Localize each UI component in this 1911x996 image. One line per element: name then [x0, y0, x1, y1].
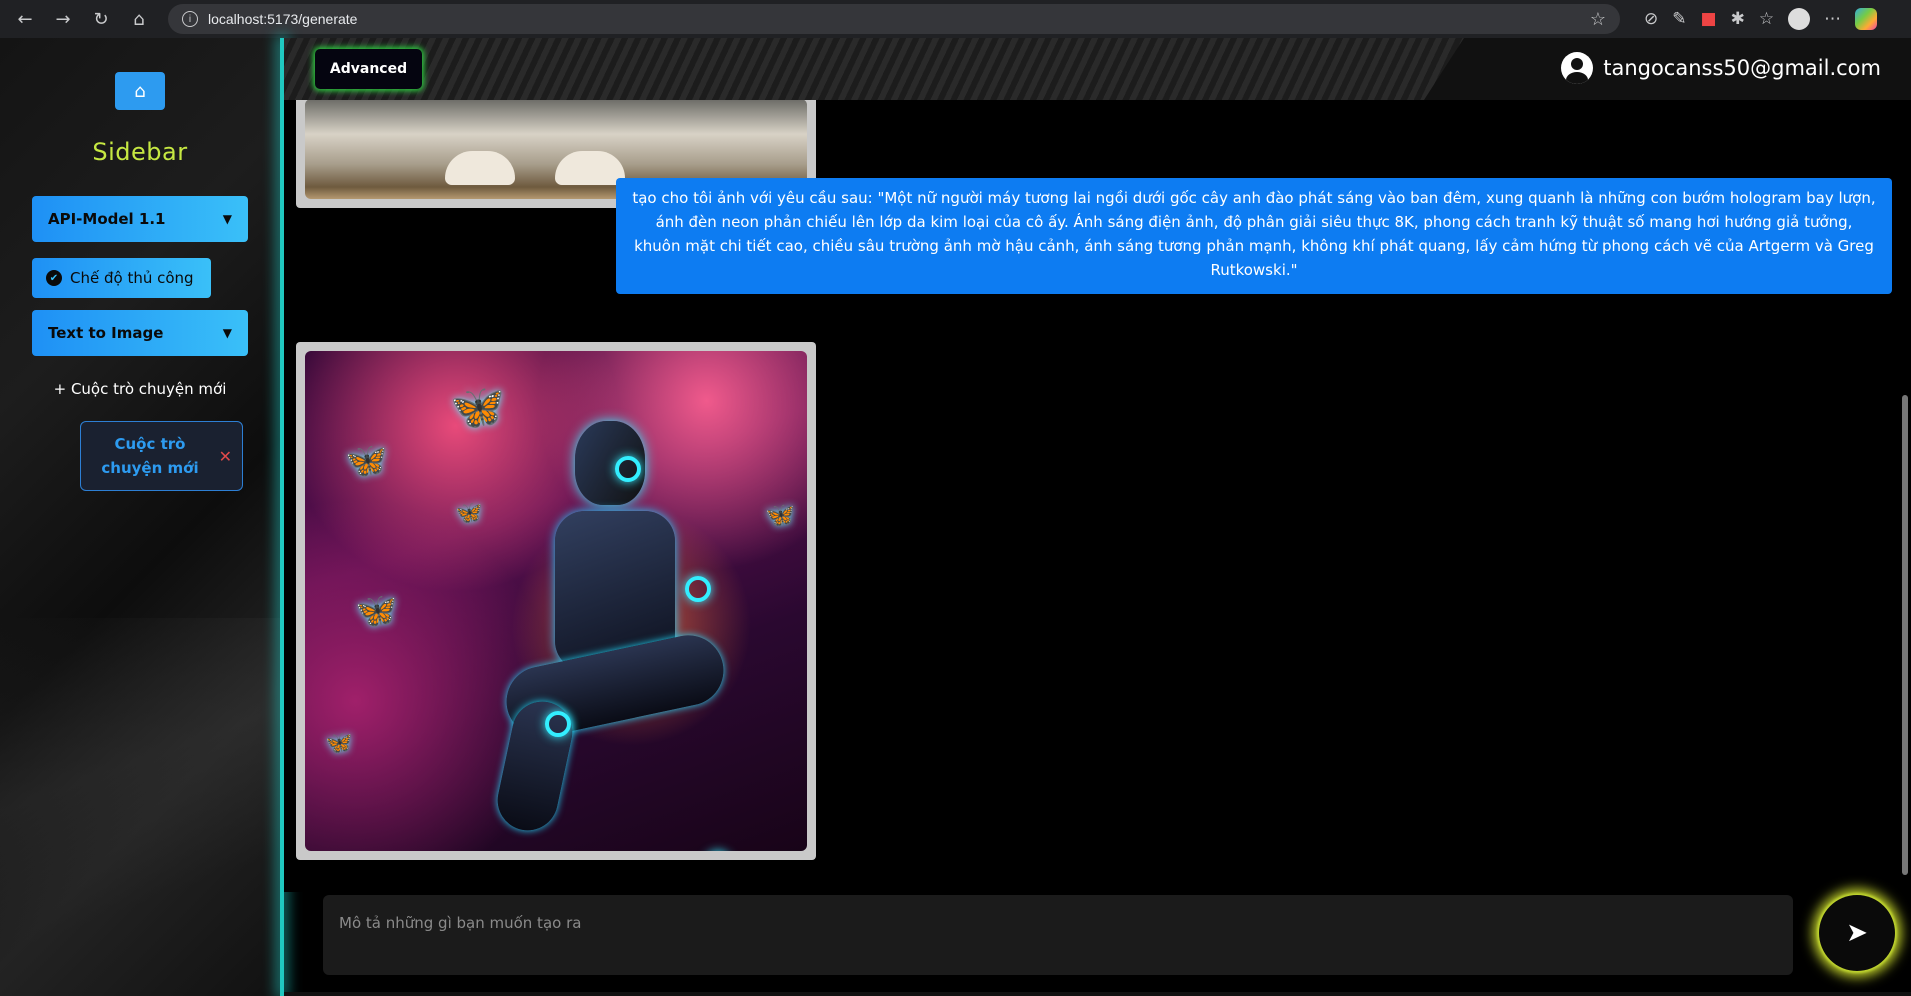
puzzle-icon[interactable]: ✱ — [1731, 9, 1745, 29]
forward-icon[interactable]: → — [46, 4, 80, 34]
user-email: tangocanss50@gmail.com — [1603, 56, 1881, 80]
generated-image[interactable]: 🦋 🦋 🦋 🦋 🦋 🦋 — [296, 342, 816, 860]
top-header: Advanced tangocanss50@gmail.com — [284, 38, 1911, 100]
cat-paw-shape — [445, 151, 515, 185]
send-icon: ➤ — [1846, 918, 1868, 948]
url-text: localhost:5173/generate — [208, 11, 358, 27]
robot-figure — [465, 411, 765, 836]
prompt-box[interactable] — [323, 895, 1793, 975]
favorites-icon[interactable]: ☆ — [1759, 9, 1774, 29]
prompt-input[interactable] — [339, 914, 1777, 932]
butterfly-shape: 🦋 — [765, 501, 795, 529]
home-browser-icon[interactable]: ⌂ — [122, 4, 156, 34]
profile-avatar-icon[interactable] — [1788, 8, 1811, 30]
model-select-value: API-Model 1.1 — [48, 210, 166, 228]
more-icon[interactable]: ⋯ — [1824, 9, 1841, 29]
close-icon[interactable]: ✕ — [219, 447, 232, 466]
chevron-down-icon: ▼ — [222, 212, 232, 226]
new-chat-link[interactable]: + Cuộc trò chuyện mới — [0, 380, 280, 398]
user-avatar-icon — [1561, 52, 1594, 84]
sidebar: ⌂ Sidebar API-Model 1.1 ▼ ✔ Chế độ thủ c… — [0, 38, 280, 996]
butterfly-shape: 🦋 — [355, 591, 398, 631]
glow-ring — [685, 576, 711, 602]
chevron-down-icon: ▼ — [222, 326, 232, 340]
site-info-icon[interactable]: i — [182, 11, 198, 27]
bottom-strip — [284, 992, 1911, 996]
favorite-star-icon[interactable]: ☆ — [1590, 9, 1606, 30]
copilot-icon[interactable] — [1855, 8, 1878, 30]
send-button[interactable]: ➤ — [1819, 895, 1895, 971]
manual-mode-label: Chế độ thủ công — [70, 269, 194, 287]
extension-icons: ⊘ ✎ ■ ✱ ☆ ⋯ — [1644, 8, 1878, 30]
user-message-bubble: tạo cho tôi ảnh với yêu cầu sau: "Một nữ… — [616, 178, 1892, 294]
extension-red-icon[interactable]: ■ — [1701, 9, 1717, 29]
chat-list-item[interactable]: Cuộc trò chuyện mới ✕ — [80, 421, 243, 491]
cat-paw-shape — [555, 151, 625, 185]
advanced-button[interactable]: Advanced — [315, 49, 422, 89]
check-icon: ✔ — [46, 270, 62, 286]
butterfly-shape: 🦋 — [345, 441, 388, 481]
user-info[interactable]: tangocanss50@gmail.com — [1561, 52, 1881, 84]
chat-item-label: Cuộc trò chuyện mới — [101, 435, 199, 477]
sidebar-title: Sidebar — [92, 138, 188, 166]
home-button[interactable]: ⌂ — [115, 72, 165, 110]
home-icon: ⌂ — [134, 80, 146, 102]
pen-icon[interactable]: ✎ — [1672, 9, 1686, 29]
chat-area: tạo cho tôi ảnh với yêu cầu sau: "Một nữ… — [284, 100, 1911, 892]
mode-select-value: Text to Image — [48, 324, 164, 342]
glow-ring — [615, 456, 641, 482]
manual-mode-button[interactable]: ✔ Chế độ thủ công — [32, 258, 211, 298]
chat-scrollbar[interactable] — [1902, 395, 1908, 875]
glow-ring — [545, 711, 571, 737]
browser-toolbar: ← → ↻ ⌂ i localhost:5173/generate ☆ ⊘ ✎ … — [0, 0, 1911, 38]
reload-icon[interactable]: ↻ — [84, 4, 118, 34]
model-select[interactable]: API-Model 1.1 ▼ — [32, 196, 248, 242]
back-icon[interactable]: ← — [8, 4, 42, 34]
compass-icon[interactable]: ⊘ — [1644, 9, 1658, 29]
address-bar[interactable]: i localhost:5173/generate ☆ — [168, 4, 1620, 34]
butterfly-shape: 🦋 — [325, 731, 353, 756]
mode-select[interactable]: Text to Image ▼ — [32, 310, 248, 356]
